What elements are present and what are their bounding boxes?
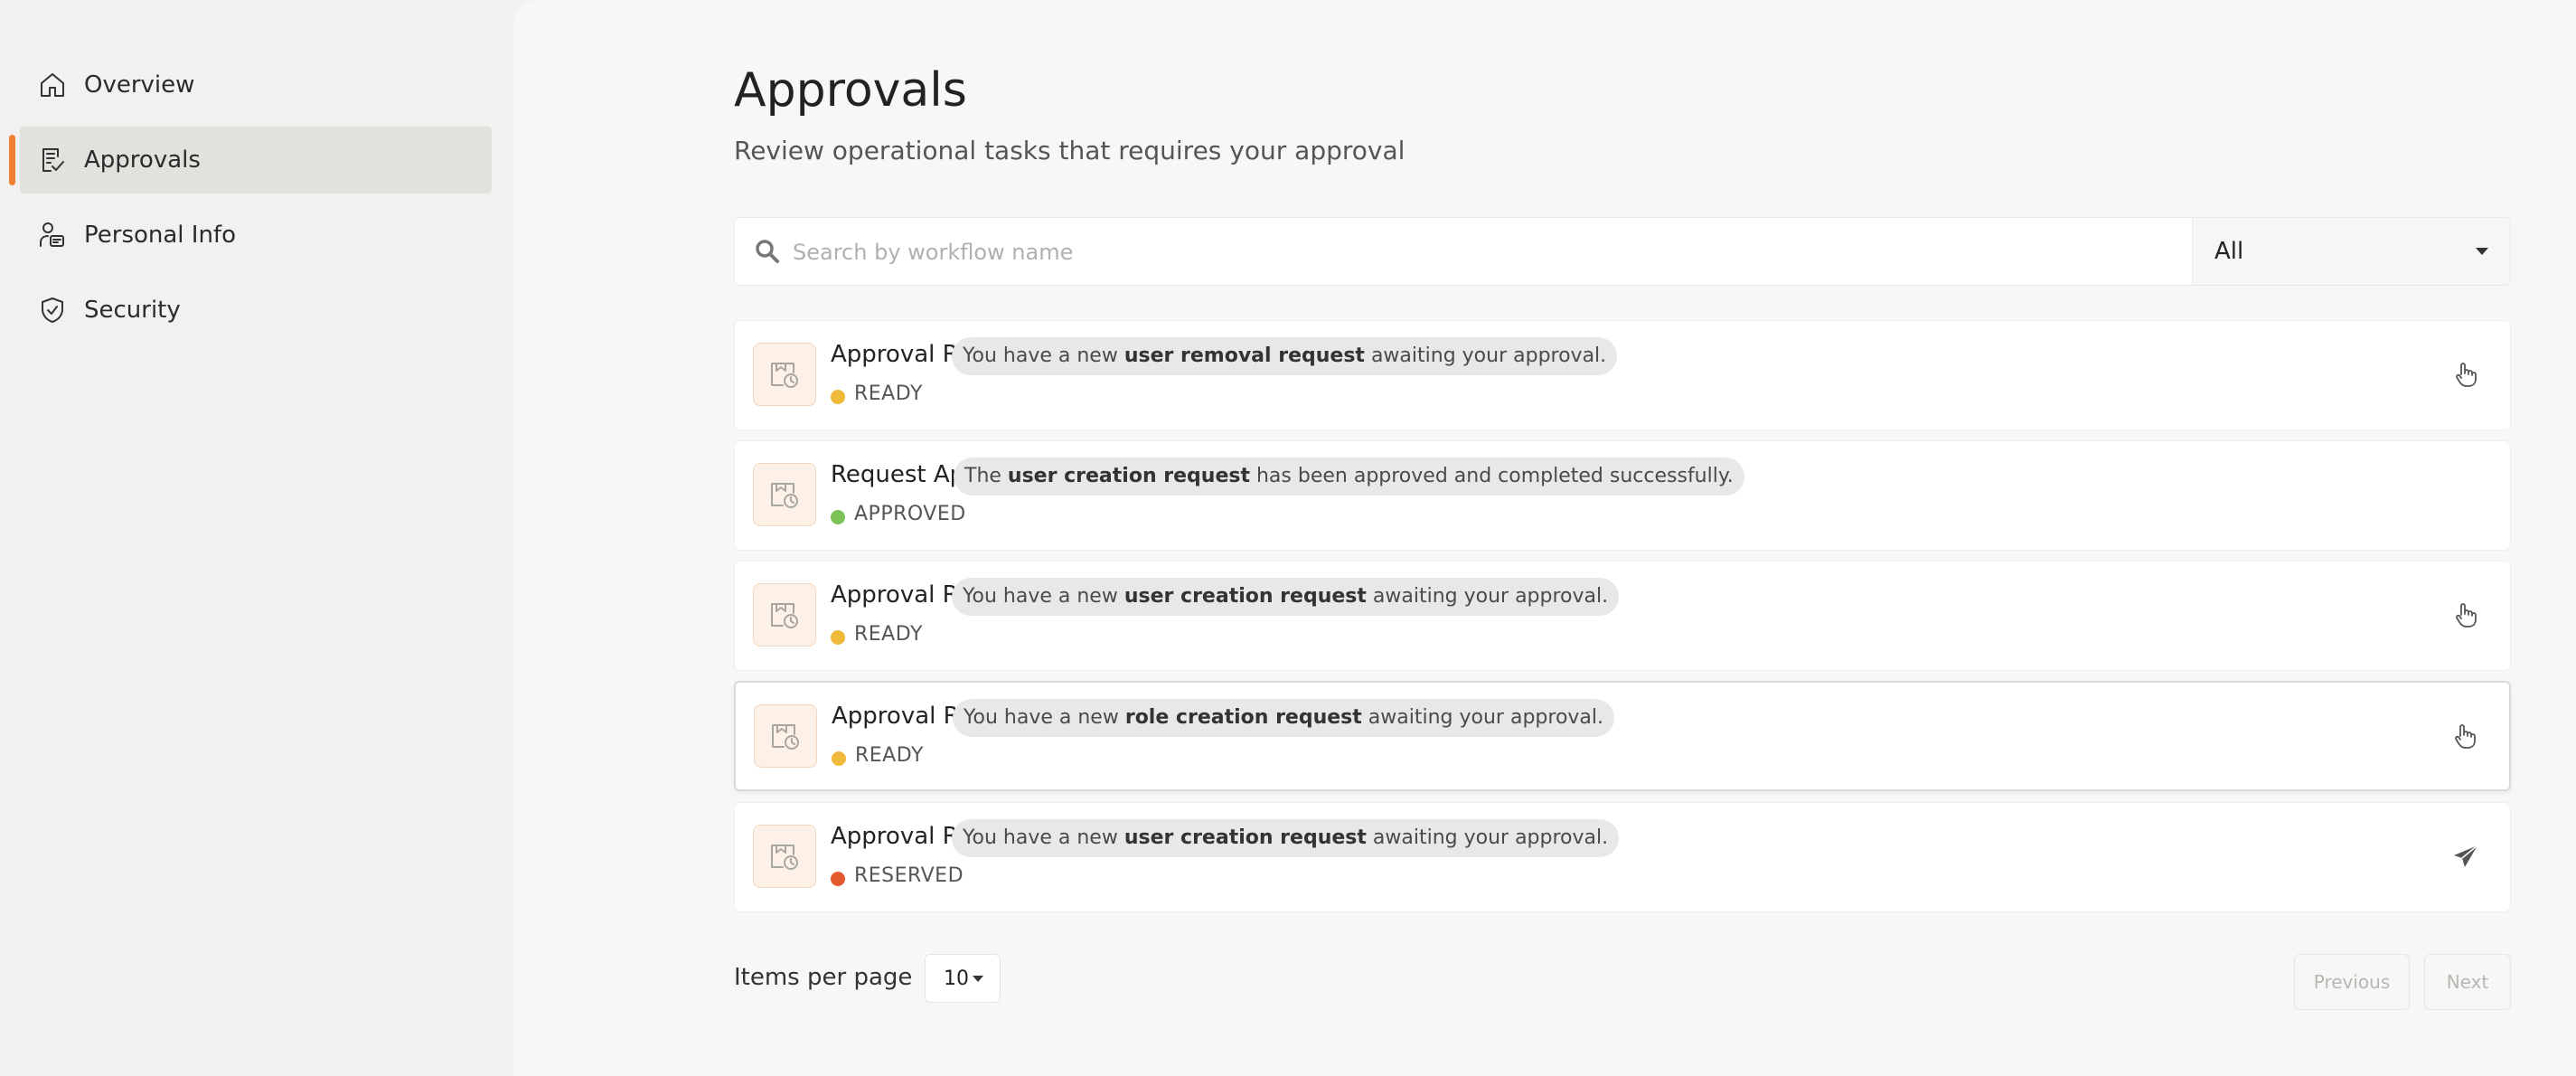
sidebar-item-approvals[interactable]: Approvals [9, 127, 492, 193]
status-badge: READY [855, 744, 924, 767]
sidebar-item-label: Personal Info [84, 222, 236, 249]
task-message: You have a new role creation request awa… [953, 699, 1615, 737]
home-icon [41, 73, 64, 97]
sidebar-item-label: Security [84, 297, 181, 324]
search-bar: All [734, 217, 2511, 286]
workflow-clock-icon [753, 463, 816, 526]
status-filter-select[interactable]: All [2192, 218, 2510, 285]
send-icon[interactable] [2452, 843, 2479, 870]
status-badge: READY [854, 623, 923, 646]
items-per-page-label: Items per page [734, 964, 913, 991]
status-dot [831, 510, 845, 524]
task-message: You have a new user creation request awa… [952, 578, 1620, 616]
hand-pointer-icon[interactable] [2451, 722, 2478, 750]
chevron-down-icon [973, 976, 983, 982]
sidebar-item-overview[interactable]: Overview [20, 52, 492, 118]
active-indicator [9, 135, 15, 185]
workflow-clock-icon [753, 825, 816, 888]
workflow-clock-icon [754, 704, 817, 768]
task-message: The user creation request has been appro… [954, 458, 1744, 496]
sidebar-item-label: Overview [84, 71, 195, 99]
approvals-icon [42, 148, 64, 172]
status-dot [832, 751, 846, 766]
task-card[interactable]: Approval Required: You have a new role c… [734, 681, 2511, 791]
status-dot [831, 872, 845, 886]
task-card[interactable]: Request Approved: The user creation requ… [734, 440, 2511, 551]
main-content: Approvals Review operational tasks that … [513, 0, 2576, 1076]
hand-pointer-icon[interactable] [2452, 361, 2479, 388]
status-dot [831, 390, 845, 404]
chevron-down-icon [2476, 248, 2488, 255]
shield-check-icon [42, 297, 63, 323]
task-card[interactable]: Approval Required: You have a new user r… [734, 320, 2511, 430]
sidebar-item-label: Approvals [84, 146, 201, 174]
filter-value: All [2214, 238, 2244, 265]
workflow-clock-icon [753, 343, 816, 406]
items-per-page-select[interactable]: 10 [925, 954, 1001, 1003]
sidebar: Overview Approvals Personal Info Securit… [0, 0, 513, 1076]
sidebar-item-personal-info[interactable]: Personal Info [20, 202, 492, 269]
hand-pointer-icon[interactable] [2452, 601, 2479, 628]
search-icon [756, 240, 779, 263]
task-message: You have a new user removal request awai… [952, 337, 1618, 375]
items-per-page-value: 10 [944, 967, 969, 990]
next-button[interactable]: Next [2424, 954, 2511, 1010]
status-badge: RESERVED [854, 864, 964, 887]
status-dot [831, 630, 845, 645]
person-badge-icon [40, 222, 64, 247]
page-subtitle: Review operational tasks that requires y… [734, 136, 1406, 165]
task-message: You have a new user creation request awa… [952, 819, 1620, 857]
status-badge: READY [854, 382, 923, 405]
previous-button[interactable]: Previous [2294, 954, 2410, 1010]
page-title: Approvals [734, 63, 967, 118]
task-card[interactable]: Approval Required: You have a new user c… [734, 561, 2511, 671]
workflow-clock-icon [753, 583, 816, 647]
task-card[interactable]: Approval Required: You have a new user c… [734, 802, 2511, 912]
sidebar-item-security[interactable]: Security [20, 277, 492, 344]
status-badge: APPROVED [854, 503, 966, 525]
search-input[interactable] [793, 231, 2203, 274]
